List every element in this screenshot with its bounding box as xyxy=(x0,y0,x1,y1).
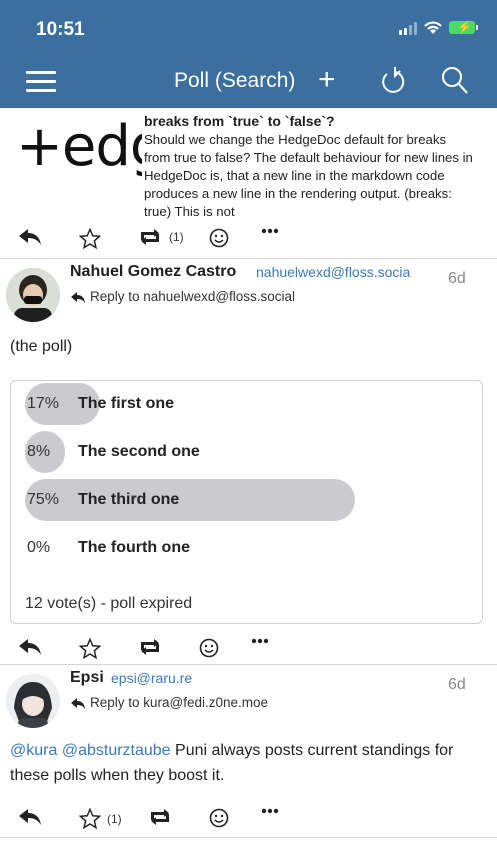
poll-option-label: The third one xyxy=(78,491,180,508)
star-icon xyxy=(79,228,101,249)
reply-button[interactable] xyxy=(18,808,42,826)
reply-icon xyxy=(19,229,41,245)
poll-option: 17% The first one xyxy=(25,383,465,425)
favourite-button[interactable]: (1) xyxy=(79,808,122,829)
signal-icon xyxy=(399,21,417,35)
poll-option: 0% The fourth one xyxy=(25,527,465,569)
link-card-title[interactable]: breaks from `true` to `false`? xyxy=(144,113,335,129)
poll-percent: 17% xyxy=(27,395,60,412)
post-content: @kura @absturztaube Puni always posts cu… xyxy=(10,738,480,788)
reply-to-text: Reply to kura@fedi.z0ne.moe xyxy=(90,695,269,710)
reply-icon xyxy=(19,809,41,825)
more-button[interactable] xyxy=(261,228,279,234)
poll-percent: 75% xyxy=(27,491,60,508)
favourite-button[interactable] xyxy=(79,638,101,659)
wifi-icon xyxy=(424,21,442,34)
poll-summary: 12 vote(s) - poll expired xyxy=(25,595,193,612)
emoji-button[interactable] xyxy=(199,638,219,658)
reply-to-label[interactable]: Reply to kura@fedi.z0ne.moe xyxy=(70,695,268,710)
status-time: 10:51 xyxy=(36,19,85,40)
more-button[interactable] xyxy=(251,638,269,644)
menu-icon[interactable] xyxy=(26,71,56,93)
reply-arrow-icon xyxy=(71,291,85,303)
poll-option-label: The first one xyxy=(78,395,175,412)
favourite-count: (1) xyxy=(107,811,122,826)
app-header: 10:51 ⚡ Poll (Search) + xyxy=(0,0,497,108)
boost-button[interactable] xyxy=(137,638,163,656)
boost-count: (1) xyxy=(169,230,184,244)
post3-actions: (1) xyxy=(0,808,497,838)
poll-percent: 8% xyxy=(27,443,51,460)
star-icon xyxy=(79,808,101,829)
refresh-icon[interactable] xyxy=(380,66,406,96)
emoji-button[interactable] xyxy=(209,808,229,828)
post1-actions: (1) xyxy=(0,228,497,258)
boost-icon xyxy=(151,809,169,825)
more-icon xyxy=(261,228,279,234)
emoji-icon xyxy=(209,808,229,828)
star-icon xyxy=(79,638,101,659)
reply-to-text: Reply to nahuelwexd@floss.social xyxy=(90,289,296,304)
author-name[interactable]: Epsi xyxy=(70,669,104,687)
avatar[interactable] xyxy=(6,268,60,322)
reply-to-label[interactable]: Reply to nahuelwexd@floss.social xyxy=(70,289,295,304)
author-name[interactable]: Nahuel Gomez Castro xyxy=(70,263,236,281)
boost-icon xyxy=(141,639,159,655)
divider xyxy=(0,664,497,665)
page-title: Poll (Search) xyxy=(174,69,296,92)
reply-button[interactable] xyxy=(18,638,42,656)
reply-arrow-icon xyxy=(71,697,85,709)
link-card-description: Should we change the HedgeDoc default fo… xyxy=(144,132,473,219)
mention-link[interactable]: @absturztaube xyxy=(62,742,171,759)
poll-option: 75% The third one xyxy=(25,479,465,521)
divider xyxy=(0,837,497,838)
emoji-icon xyxy=(209,228,229,248)
reply-icon xyxy=(19,639,41,655)
post-age: 6d xyxy=(448,270,466,287)
author-handle[interactable]: nahuelwexd@floss.socia xyxy=(256,264,410,280)
status-icons: ⚡ xyxy=(399,20,478,35)
battery-icon: ⚡ xyxy=(449,20,478,34)
poll: 17% The first one 8% The second one 75% … xyxy=(10,380,483,624)
author-handle[interactable]: epsi@raru.re xyxy=(111,670,192,686)
emoji-button[interactable] xyxy=(209,228,229,248)
plus-icon[interactable]: + xyxy=(318,63,336,97)
emoji-icon xyxy=(199,638,219,658)
mention-link[interactable]: @kura xyxy=(10,742,57,759)
more-icon xyxy=(261,808,279,814)
favourite-button[interactable] xyxy=(79,228,101,249)
boost-icon xyxy=(141,229,159,245)
avatar[interactable] xyxy=(6,674,60,728)
more-button[interactable] xyxy=(261,808,279,814)
poll-option-label: The second one xyxy=(78,443,200,460)
post-content: (the poll) xyxy=(10,338,73,355)
hedgedoc-logo: +edg xyxy=(16,114,142,179)
reply-button[interactable] xyxy=(18,228,42,246)
poll-option: 8% The second one xyxy=(25,431,465,473)
poll-result-bar xyxy=(25,479,355,521)
boost-button[interactable]: (1) xyxy=(137,228,184,246)
poll-percent: 0% xyxy=(27,539,51,556)
post-age: 6d xyxy=(448,676,466,693)
poll-option-label: The fourth one xyxy=(78,539,190,556)
boost-button[interactable] xyxy=(147,808,173,826)
more-icon xyxy=(251,638,269,644)
divider xyxy=(0,258,497,259)
search-icon[interactable] xyxy=(441,66,469,96)
